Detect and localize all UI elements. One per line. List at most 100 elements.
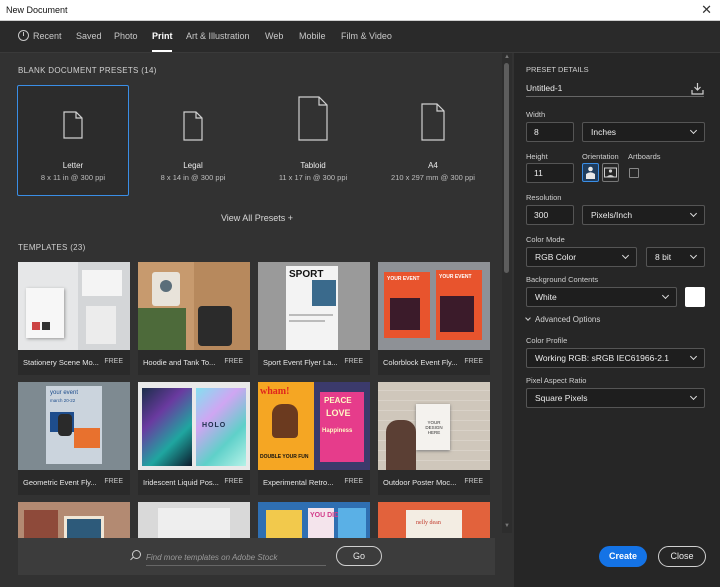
template-thumbnail: nelly dean (378, 502, 490, 538)
template-thumbnail: HOLO (138, 382, 250, 470)
scrollbar-thumb[interactable] (504, 63, 509, 273)
template-card[interactable]: Stationery Scene Mo... FREE (18, 262, 130, 375)
tab-photo[interactable]: Photo (114, 31, 138, 41)
template-card[interactable]: Hoodie and Tank To... FREE (138, 262, 250, 375)
thumb-title: YOUR EVENT (387, 276, 420, 282)
preset-name: Letter (62, 161, 84, 170)
tab-saved[interactable]: Saved (76, 31, 102, 41)
save-preset-icon[interactable] (691, 82, 704, 95)
template-card[interactable]: your event march 20-22 Geometric Event F… (18, 382, 130, 495)
template-thumbnail (18, 502, 130, 538)
template-card[interactable] (138, 502, 250, 538)
stock-search-input[interactable] (146, 549, 326, 565)
chevron-down-icon (525, 315, 531, 321)
template-card[interactable] (18, 502, 130, 538)
templates-scrollbar[interactable]: ▲ ▼ (502, 53, 512, 533)
chevron-down-icon (689, 352, 698, 361)
template-name: Experimental Retro... (263, 478, 334, 487)
width-input[interactable]: 8 (526, 122, 574, 142)
pixel-aspect-ratio-value: Square Pixels (535, 393, 588, 403)
free-badge: FREE (464, 478, 483, 485)
template-name: Hoodie and Tank To... (143, 358, 216, 367)
height-input[interactable]: 11 (526, 163, 574, 183)
free-badge: FREE (104, 358, 123, 365)
chevron-down-icon (621, 251, 630, 260)
window-title: New Document (6, 5, 68, 15)
chevron-down-icon (689, 126, 698, 135)
document-name-field[interactable]: Untitled-1 (526, 80, 704, 97)
active-tab-indicator (152, 50, 172, 52)
resolution-unit-dropdown[interactable]: Pixels/Inch (582, 205, 705, 225)
thumb-subtitle: DOUBLE YOUR FUN (260, 454, 309, 460)
view-all-presets-link[interactable]: View All Presets + (0, 213, 514, 223)
color-mode-dropdown[interactable]: RGB Color (526, 247, 637, 267)
template-name: Outdoor Poster Moc... (383, 478, 457, 487)
stock-search-bar: Go (18, 538, 495, 575)
template-name: Geometric Event Fly... (23, 478, 97, 487)
landscape-icon (604, 167, 617, 178)
preset-details-panel: PRESET DETAILS Untitled-1 Width 8 Inches… (514, 53, 720, 587)
tab-art-illustration[interactable]: Art & Illustration (186, 31, 250, 41)
landscape-orientation-button[interactable] (602, 163, 619, 182)
template-card[interactable]: HOLO Iridescent Liquid Pos... FREE (138, 382, 250, 495)
background-color-swatch[interactable] (685, 287, 705, 307)
advanced-options-toggle[interactable]: Advanced Options (525, 315, 600, 324)
free-badge: FREE (344, 478, 363, 485)
width-unit-dropdown[interactable]: Inches (582, 122, 705, 142)
go-button[interactable]: Go (336, 546, 382, 566)
template-card[interactable]: YOU DID (258, 502, 370, 538)
thumb-title: LOVE (326, 408, 351, 418)
preset-name: Tabloid (300, 161, 326, 170)
color-profile-value: Working RGB: sRGB IEC61966-2.1 (535, 353, 670, 363)
template-thumbnail: YOUR DESIGN HERE (378, 382, 490, 470)
preset-size: 8 x 11 in @ 300 ppi (40, 173, 106, 182)
preset-size: 8 x 14 in @ 300 ppi (160, 173, 226, 182)
preset-size: 210 x 297 mm @ 300 ppi (391, 173, 475, 182)
template-thumbnail (18, 262, 130, 350)
scroll-down-arrow-icon[interactable]: ▼ (504, 523, 510, 529)
color-profile-dropdown[interactable]: Working RGB: sRGB IEC61966-2.1 (526, 348, 705, 368)
preset-name: Legal (183, 161, 203, 170)
template-card[interactable]: SPORT Sport Event Flyer La... FREE (258, 262, 370, 375)
background-contents-value: White (535, 292, 557, 302)
template-card[interactable]: YOUR DESIGN HERE Outdoor Poster Moc... F… (378, 382, 490, 495)
thumb-title: your event (50, 390, 79, 396)
tab-film-video[interactable]: Film & Video (341, 31, 392, 41)
thumb-title: nelly dean (416, 520, 441, 526)
document-icon (298, 96, 328, 141)
category-tabs: Recent Saved Photo Print Art & Illustrat… (0, 21, 720, 53)
chevron-down-icon (661, 291, 670, 300)
preset-a4[interactable]: A4 210 x 297 mm @ 300 ppi (377, 85, 489, 196)
template-thumbnail: your event march 20-22 (18, 382, 130, 470)
pixel-aspect-ratio-label: Pixel Aspect Ratio (526, 376, 587, 385)
thumb-title: SPORT (289, 269, 324, 280)
tab-mobile[interactable]: Mobile (299, 31, 326, 41)
presets-heading: BLANK DOCUMENT PRESETS (14) (18, 66, 157, 75)
artboards-checkbox[interactable] (629, 168, 639, 178)
template-card[interactable]: YOUR EVENT YOUR EVENT Colorblock Event F… (378, 262, 490, 375)
thumb-subtitle: Happiness (322, 428, 353, 434)
tab-web[interactable]: Web (265, 31, 283, 41)
close-button[interactable]: Close (658, 546, 706, 567)
close-window-icon[interactable]: ✕ (701, 2, 712, 18)
create-button[interactable]: Create (599, 546, 647, 567)
template-card[interactable]: nelly dean (378, 502, 490, 538)
clock-icon (18, 30, 29, 41)
bit-depth-dropdown[interactable]: 8 bit (646, 247, 705, 267)
pixel-aspect-ratio-dropdown[interactable]: Square Pixels (526, 388, 705, 408)
template-thumbnail: YOUR EVENT YOUR EVENT (378, 262, 490, 350)
preset-tabloid[interactable]: Tabloid 11 x 17 in @ 300 ppi (257, 85, 369, 196)
portrait-orientation-button[interactable] (582, 163, 599, 182)
preset-legal[interactable]: Legal 8 x 14 in @ 300 ppi (137, 85, 249, 196)
tab-print[interactable]: Print (152, 31, 173, 41)
thumb-title: YOUR EVENT (439, 274, 472, 280)
template-card[interactable]: wham! DOUBLE YOUR FUN PEACE LOVE Happine… (258, 382, 370, 495)
preset-letter[interactable]: Letter 8 x 11 in @ 300 ppi (17, 85, 129, 196)
background-contents-dropdown[interactable]: White (526, 287, 677, 307)
color-mode-value: RGB Color (535, 252, 577, 262)
scroll-up-arrow-icon[interactable]: ▲ (504, 54, 510, 60)
orientation-label: Orientation (582, 152, 619, 161)
resolution-input[interactable]: 300 (526, 205, 574, 225)
chevron-down-icon (689, 251, 698, 260)
tab-recent[interactable]: Recent (33, 31, 62, 41)
